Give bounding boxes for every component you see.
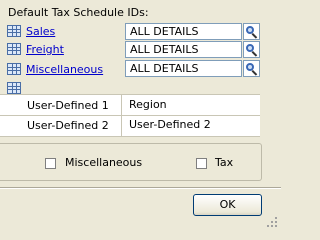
ok-button[interactable]: OK: [193, 194, 262, 216]
tax-checkbox-label[interactable]: Tax: [215, 156, 233, 169]
user-defined-1-label: User-Defined 1: [27, 99, 109, 112]
sales-row-grid-icon[interactable]: [7, 25, 21, 37]
miscellaneous-checkbox-label[interactable]: Miscellaneous: [65, 156, 142, 169]
grip-dot: [275, 221, 277, 223]
options-groupbox: Miscellaneous Tax: [0, 143, 262, 181]
extra-row-grid-icon[interactable]: [7, 82, 21, 94]
tax-checkbox[interactable]: [196, 158, 207, 169]
miscellaneous-tax-schedule-field[interactable]: ALL DETAILS: [125, 60, 242, 77]
grip-dot: [271, 221, 273, 223]
user-defined-divider: [0, 115, 260, 116]
grip-dot: [275, 217, 277, 219]
sales-lookup-button[interactable]: [243, 23, 260, 40]
user-defined-2-label: User-Defined 2: [27, 119, 109, 132]
grip-dot: [271, 225, 273, 227]
tax-section-label: Default Tax Schedule IDs:: [8, 6, 149, 19]
resize-grip[interactable]: [266, 216, 279, 229]
magnifier-handle: [251, 51, 258, 57]
bottom-separator-highlight: [0, 188, 281, 189]
miscellaneous-link[interactable]: Miscellaneous: [26, 63, 103, 76]
freight-link[interactable]: Freight: [26, 43, 64, 56]
magnifier-handle: [251, 33, 258, 39]
grip-dot: [267, 225, 269, 227]
grip-dot: [275, 225, 277, 227]
user-defined-2-value[interactable]: User-Defined 2: [125, 117, 260, 134]
sales-tax-schedule-field[interactable]: ALL DETAILS: [125, 23, 242, 40]
miscellaneous-checkbox[interactable]: [45, 158, 56, 169]
user-defined-panel: User-Defined 1 Region User-Defined 2 Use…: [0, 94, 260, 137]
freight-row-grid-icon[interactable]: [7, 43, 21, 55]
misc-row-grid-icon[interactable]: [7, 63, 21, 75]
freight-lookup-button[interactable]: [243, 41, 260, 58]
freight-tax-schedule-field[interactable]: ALL DETAILS: [125, 41, 242, 58]
user-defined-1-value[interactable]: Region: [125, 97, 260, 114]
miscellaneous-lookup-button[interactable]: [243, 60, 260, 77]
magnifier-handle: [251, 70, 258, 76]
sales-link[interactable]: Sales: [26, 25, 55, 38]
